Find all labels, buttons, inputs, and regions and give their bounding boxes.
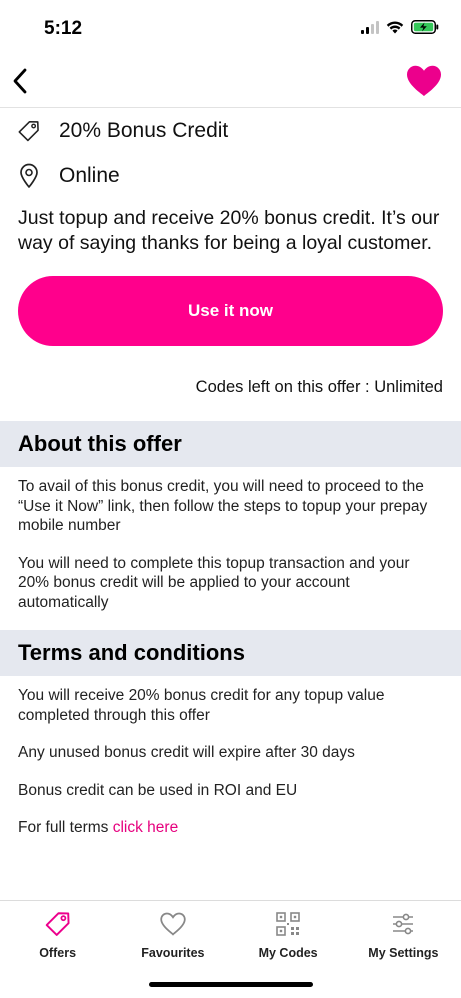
- chevron-left-icon: [13, 68, 27, 94]
- home-indicator: [149, 982, 313, 987]
- signal-icon: [361, 20, 379, 34]
- tab-label: Offers: [39, 946, 77, 960]
- location-pin-icon: [17, 163, 41, 189]
- tag-icon: [17, 118, 41, 144]
- navigation-bar: [0, 56, 461, 108]
- full-terms-link[interactable]: click here: [113, 819, 178, 836]
- favourite-button[interactable]: [405, 64, 443, 100]
- tab-label: Favourites: [141, 946, 205, 960]
- heart-outline-icon: [158, 909, 188, 939]
- use-it-now-button[interactable]: Use it now: [18, 276, 443, 346]
- offer-description: Just topup and receive 20% bonus credit.…: [18, 207, 440, 254]
- about-offer-heading: About this offer: [0, 421, 461, 467]
- sliders-icon: [388, 909, 418, 939]
- tag-icon: [43, 909, 73, 939]
- full-terms-prefix: For full terms: [18, 819, 113, 836]
- offer-details: 20% Bonus Credit Online Just topup and r…: [0, 108, 461, 856]
- terms-heading: Terms and conditions: [0, 630, 461, 676]
- codes-left-text: Codes left on this offer : Unlimited: [195, 378, 443, 396]
- status-time: 5:12: [44, 18, 83, 39]
- offer-location: Online: [59, 163, 120, 187]
- tab-label: My Codes: [258, 946, 318, 960]
- tab-my-settings[interactable]: My Settings: [346, 901, 461, 998]
- qr-code-icon: [273, 909, 303, 939]
- heart-filled-icon: [407, 65, 441, 96]
- wifi-icon: [386, 21, 404, 34]
- terms-body: You will receive 20% bonus credit for an…: [0, 676, 461, 838]
- back-button[interactable]: [8, 66, 32, 96]
- about-paragraph: You will need to complete this topup tra…: [18, 554, 410, 611]
- status-icons: [361, 20, 439, 34]
- terms-paragraph: You will receive 20% bonus credit for an…: [18, 687, 385, 724]
- offer-title: 20% Bonus Credit: [59, 118, 229, 142]
- about-offer-body: To avail of this bonus credit, you will …: [0, 467, 461, 612]
- about-paragraph: To avail of this bonus credit, you will …: [18, 478, 428, 534]
- battery-charging-icon: [411, 20, 439, 34]
- status-bar: 5:12: [0, 0, 461, 56]
- terms-paragraph: Any unused bonus credit will expire afte…: [18, 744, 355, 761]
- full-terms-line: For full terms click here: [18, 818, 443, 838]
- tab-label: My Settings: [368, 946, 439, 960]
- terms-paragraph: Bonus credit can be used in ROI and EU: [18, 781, 298, 799]
- offer-title-row: 20% Bonus Credit: [0, 108, 461, 153]
- tab-offers[interactable]: Offers: [0, 901, 115, 998]
- offer-location-row: Online: [0, 153, 461, 198]
